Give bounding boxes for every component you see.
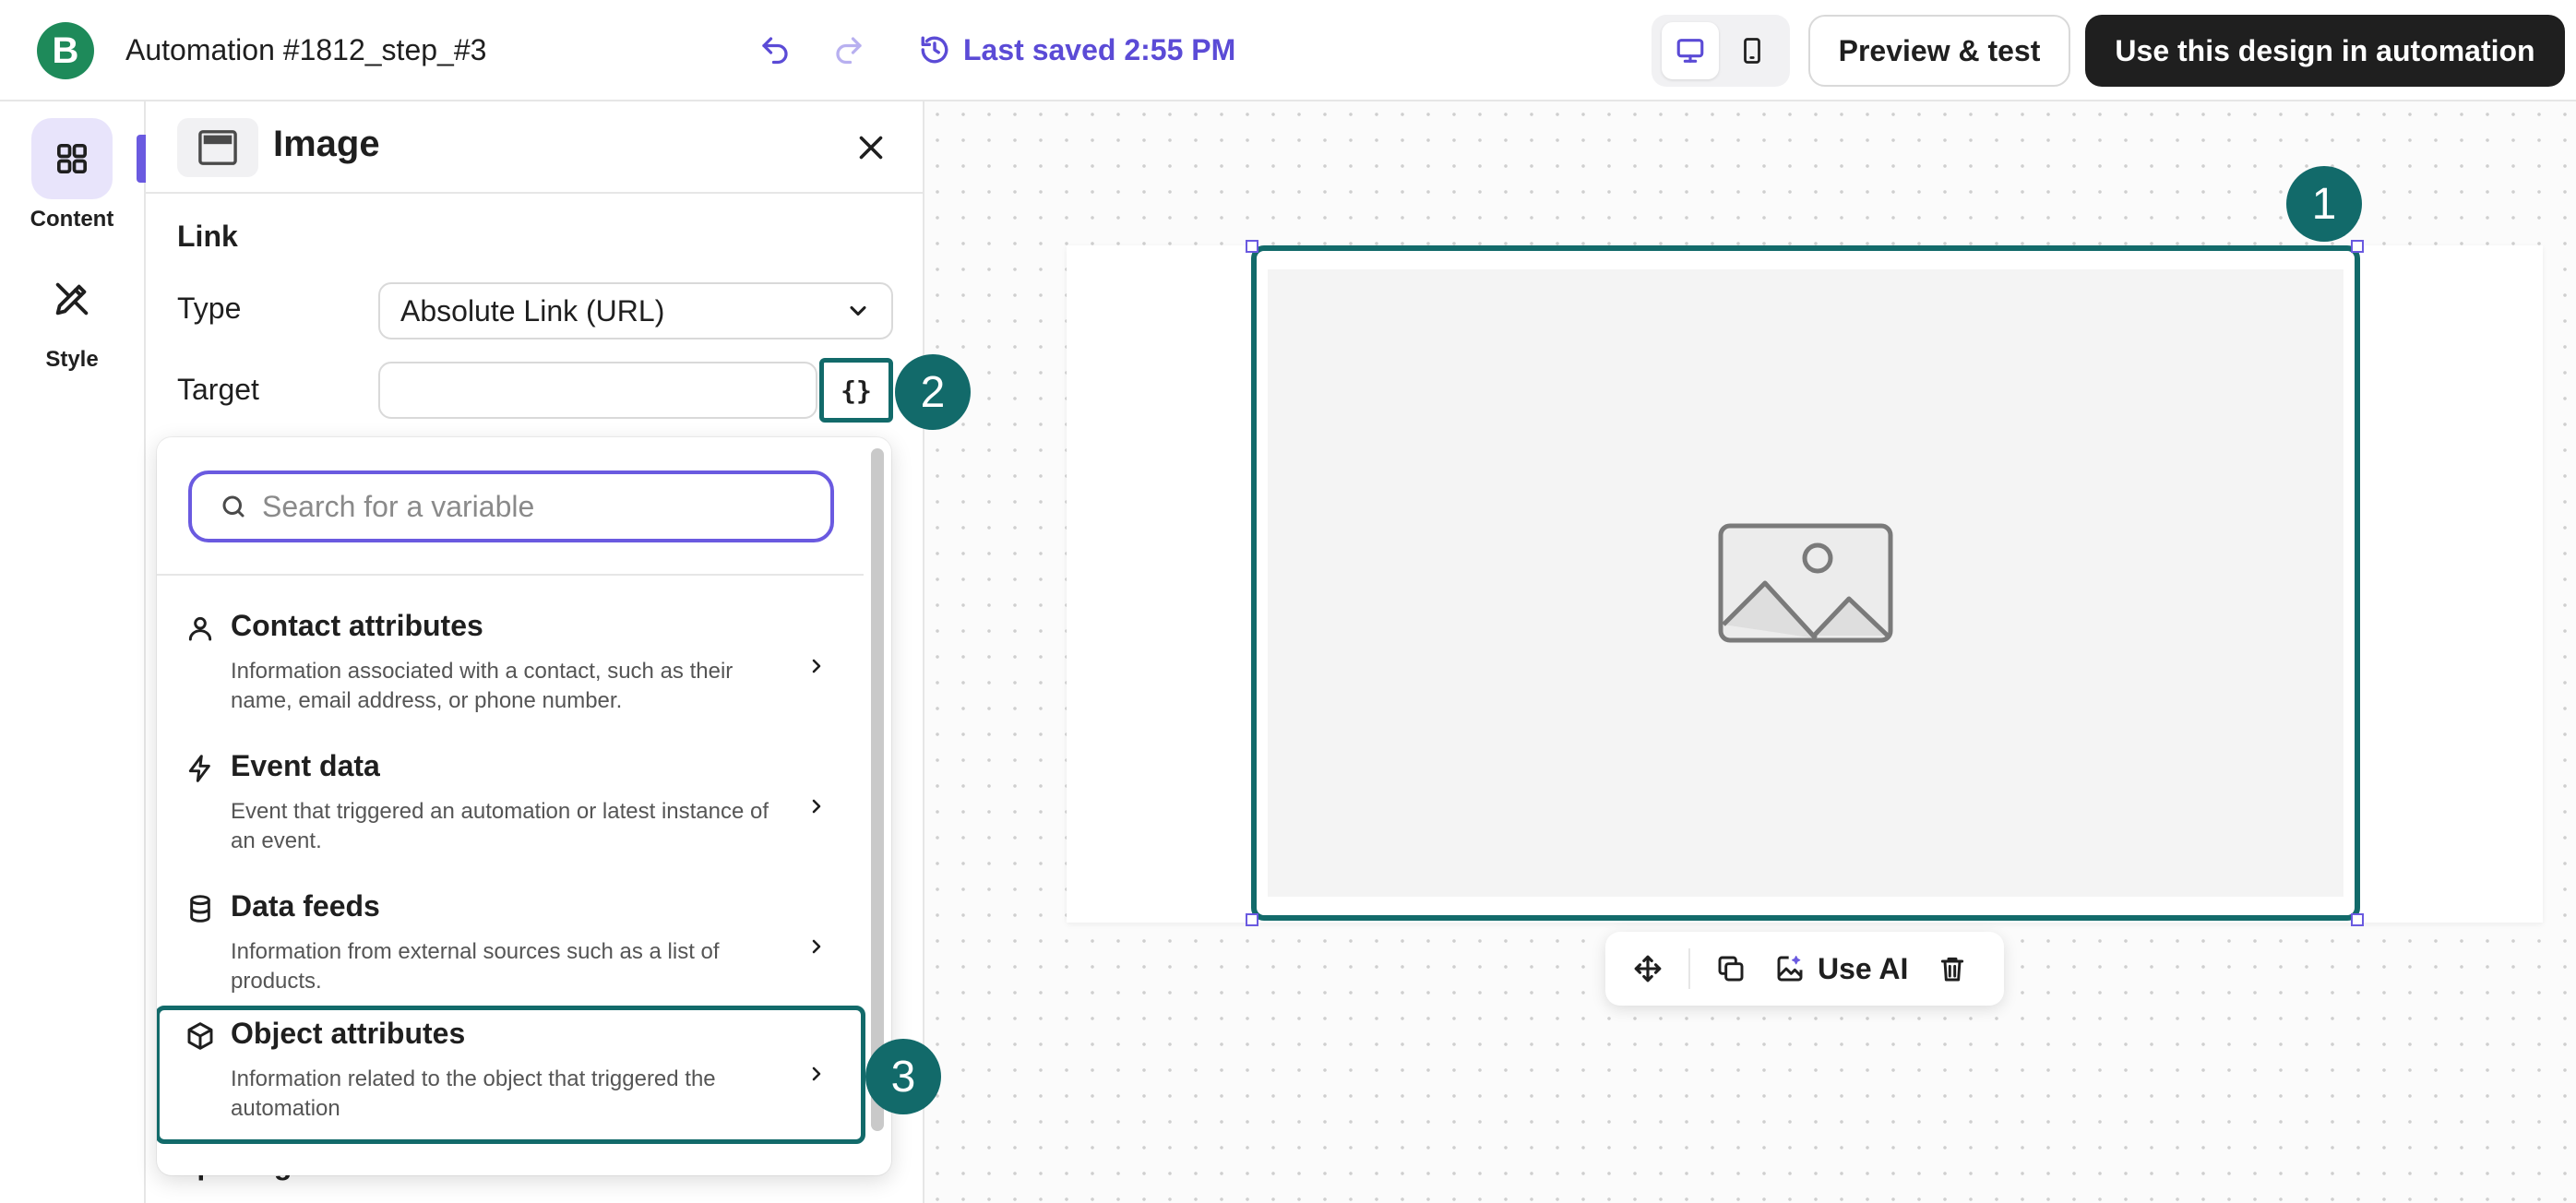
link-type-value: Absolute Link (URL) [400,293,665,328]
variable-category-contact[interactable]: Contact attributes Information associate… [157,600,864,738]
resize-handle[interactable] [2351,240,2364,253]
undo-button[interactable] [753,28,797,72]
rail-item-label: Content [30,207,114,232]
brush-icon [31,258,113,339]
save-status[interactable]: Last saved 2:55 PM [919,28,1235,72]
save-status-text: Last saved 2:55 PM [963,32,1236,66]
chevron-down-icon [850,305,866,316]
duplicate-block-button[interactable] [1705,943,1757,995]
resize-handle[interactable] [1246,913,1258,926]
type-label: Type [177,292,242,325]
mobile-view-button[interactable] [1723,22,1781,79]
step-badge: 1 [2286,166,2362,242]
search-icon [222,495,244,518]
category-title: Contact attributes [231,609,483,642]
image-block[interactable] [1251,245,2360,921]
dropdown-divider [157,574,864,576]
variable-search[interactable] [188,470,834,542]
preview-test-button[interactable]: Preview & test [1808,15,2070,87]
variable-dropdown: Contact attributes Information associate… [157,437,891,1175]
delete-block-button[interactable] [1926,943,1978,995]
redo-button[interactable] [827,28,871,72]
left-rail: Content Style [0,101,146,1203]
chevron-right-icon [803,1055,830,1092]
move-block-button[interactable] [1622,943,1674,995]
variable-search-input[interactable] [262,489,779,524]
use-ai-button[interactable]: Use AI [1766,943,1917,995]
database-icon [185,893,216,924]
redo-icon [836,37,862,65]
lightning-icon [185,753,216,784]
target-input[interactable] [378,362,817,419]
chevron-right-icon [803,648,830,685]
top-bar: B Automation #1812_step_#3 Last saved 2:… [0,0,2576,101]
link-type-select[interactable]: Absolute Link (URL) [378,282,893,339]
target-label: Target [177,373,259,406]
step-badge: 2 [895,354,971,430]
rail-item-style[interactable]: Style [0,258,144,373]
automation-title[interactable]: Automation #1812_step_#3 [125,28,486,72]
panel-header: Image [146,101,924,194]
grid-icon [31,118,113,199]
chevron-right-icon [803,928,830,965]
category-description: Information from external sources such a… [231,939,720,994]
close-panel-button[interactable] [849,125,893,170]
variable-category-data-feeds[interactable]: Data feeds Information from external sou… [157,880,864,1018]
desktop-view-button[interactable] [1661,22,1719,79]
close-icon [859,136,883,160]
history-icon [921,36,948,64]
undo-icon [762,37,788,65]
resize-handle[interactable] [2351,913,2364,926]
cube-icon [185,1020,216,1052]
trash-icon [1941,957,1964,982]
toolbar-divider [1688,948,1690,989]
person-icon [185,613,216,644]
chevron-right-icon [803,788,830,825]
panel-title: Image [273,124,380,164]
category-title: Data feeds [231,889,380,923]
copy-icon [1718,956,1744,982]
ai-image-icon [1777,956,1803,982]
app-logo[interactable]: B [37,22,94,79]
image-placeholder-icon [1718,523,1893,643]
category-title: Event data [231,749,380,782]
move-icon [1634,955,1662,983]
device-toggle [1652,15,1790,87]
image-placeholder [1268,269,2343,897]
category-description: Event that triggered an automation or la… [231,799,769,853]
link-section-label: Link [177,220,238,253]
mobile-icon [1743,38,1760,64]
variable-category-event[interactable]: Event data Event that triggered an autom… [157,740,864,878]
dropdown-scrollbar[interactable] [871,448,884,1131]
use-design-button[interactable]: Use this design in automation [2085,15,2565,87]
variable-category-object[interactable]: Object attributes Information related to… [157,1006,865,1144]
use-ai-label: Use AI [1818,951,1909,985]
image-block-icon [177,118,258,177]
step-badge: 3 [865,1039,941,1114]
rail-item-content[interactable]: Content [0,118,144,232]
rail-item-label: Style [45,347,99,372]
category-title: Object attributes [231,1017,466,1050]
resize-handle[interactable] [1246,240,1258,253]
rail-active-indicator [137,135,146,183]
insert-variable-button[interactable]: {} [819,358,893,423]
block-toolbar: Use AI [1605,932,2004,1006]
category-description: Information associated with a contact, s… [231,659,733,713]
desktop-icon [1676,39,1703,63]
category-description: Information related to the object that t… [231,1066,716,1121]
